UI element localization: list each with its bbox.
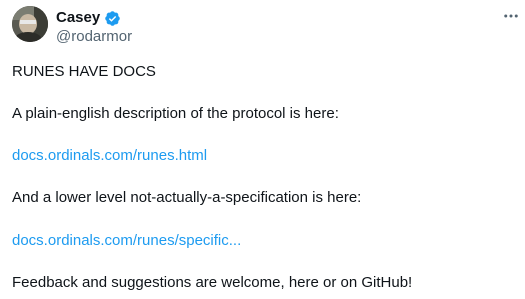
author-name[interactable]: Casey — [56, 9, 100, 27]
author-handle[interactable]: @rodarmor — [56, 28, 132, 46]
verified-badge-icon — [105, 11, 120, 26]
tweet-intro2: And a lower level not-actually-a-specifi… — [12, 189, 362, 206]
docs-runes-spec-link[interactable]: docs.ordinals.com/runes/specific... — [12, 232, 241, 249]
tweet-closing: Feedback and suggestions are welcome, he… — [12, 274, 413, 291]
tweet-headline: RUNES HAVE DOCS — [12, 63, 156, 80]
avatar[interactable] — [12, 6, 48, 42]
tweet-card: Casey @rodarmor RUNES HAVE DOCS A plain-… — [0, 0, 525, 299]
docs-runes-link[interactable]: docs.ordinals.com/runes.html — [12, 147, 207, 164]
tweet-intro: A plain-english description of the proto… — [12, 105, 339, 122]
more-options-button[interactable] — [500, 6, 522, 26]
avatar-photo — [12, 6, 48, 42]
more-horizontal-icon — [504, 14, 518, 18]
